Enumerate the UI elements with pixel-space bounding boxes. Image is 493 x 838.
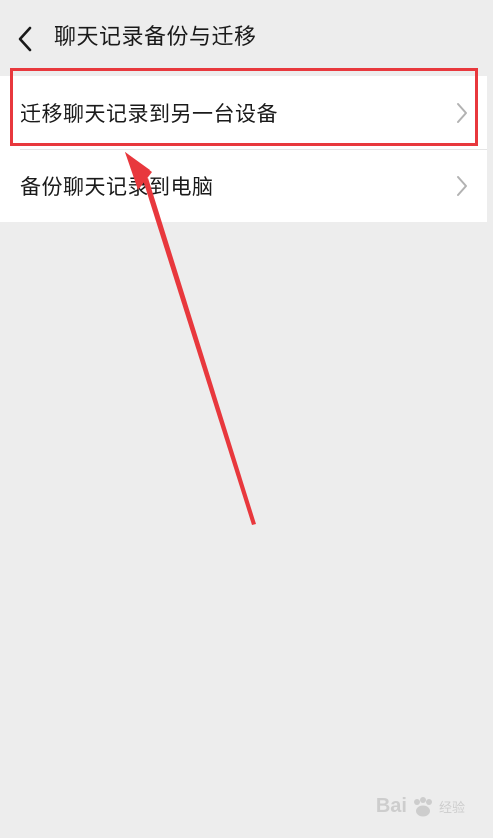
settings-list: 迁移聊天记录到另一台设备 备份聊天记录到电脑 — [0, 76, 487, 222]
chevron-right-icon — [457, 102, 467, 123]
chevron-left-icon — [18, 26, 32, 52]
back-button[interactable] — [10, 22, 40, 56]
backup-to-pc-item[interactable]: 备份聊天记录到电脑 — [0, 149, 487, 222]
watermark: Bai 经验 — [376, 795, 465, 818]
migrate-to-device-item[interactable]: 迁移聊天记录到另一台设备 — [0, 76, 487, 150]
list-item-label: 备份聊天记录到电脑 — [20, 174, 214, 199]
nav-bar: 聊天记录备份与迁移 — [0, 0, 493, 76]
list-item-label: 迁移聊天记录到另一台设备 — [20, 101, 278, 126]
watermark-logo: Bai — [375, 795, 407, 817]
paw-icon — [413, 796, 432, 816]
chevron-right-icon — [457, 175, 467, 196]
page-title: 聊天记录备份与迁移 — [54, 25, 257, 50]
watermark-sub: 经验 — [438, 801, 465, 816]
